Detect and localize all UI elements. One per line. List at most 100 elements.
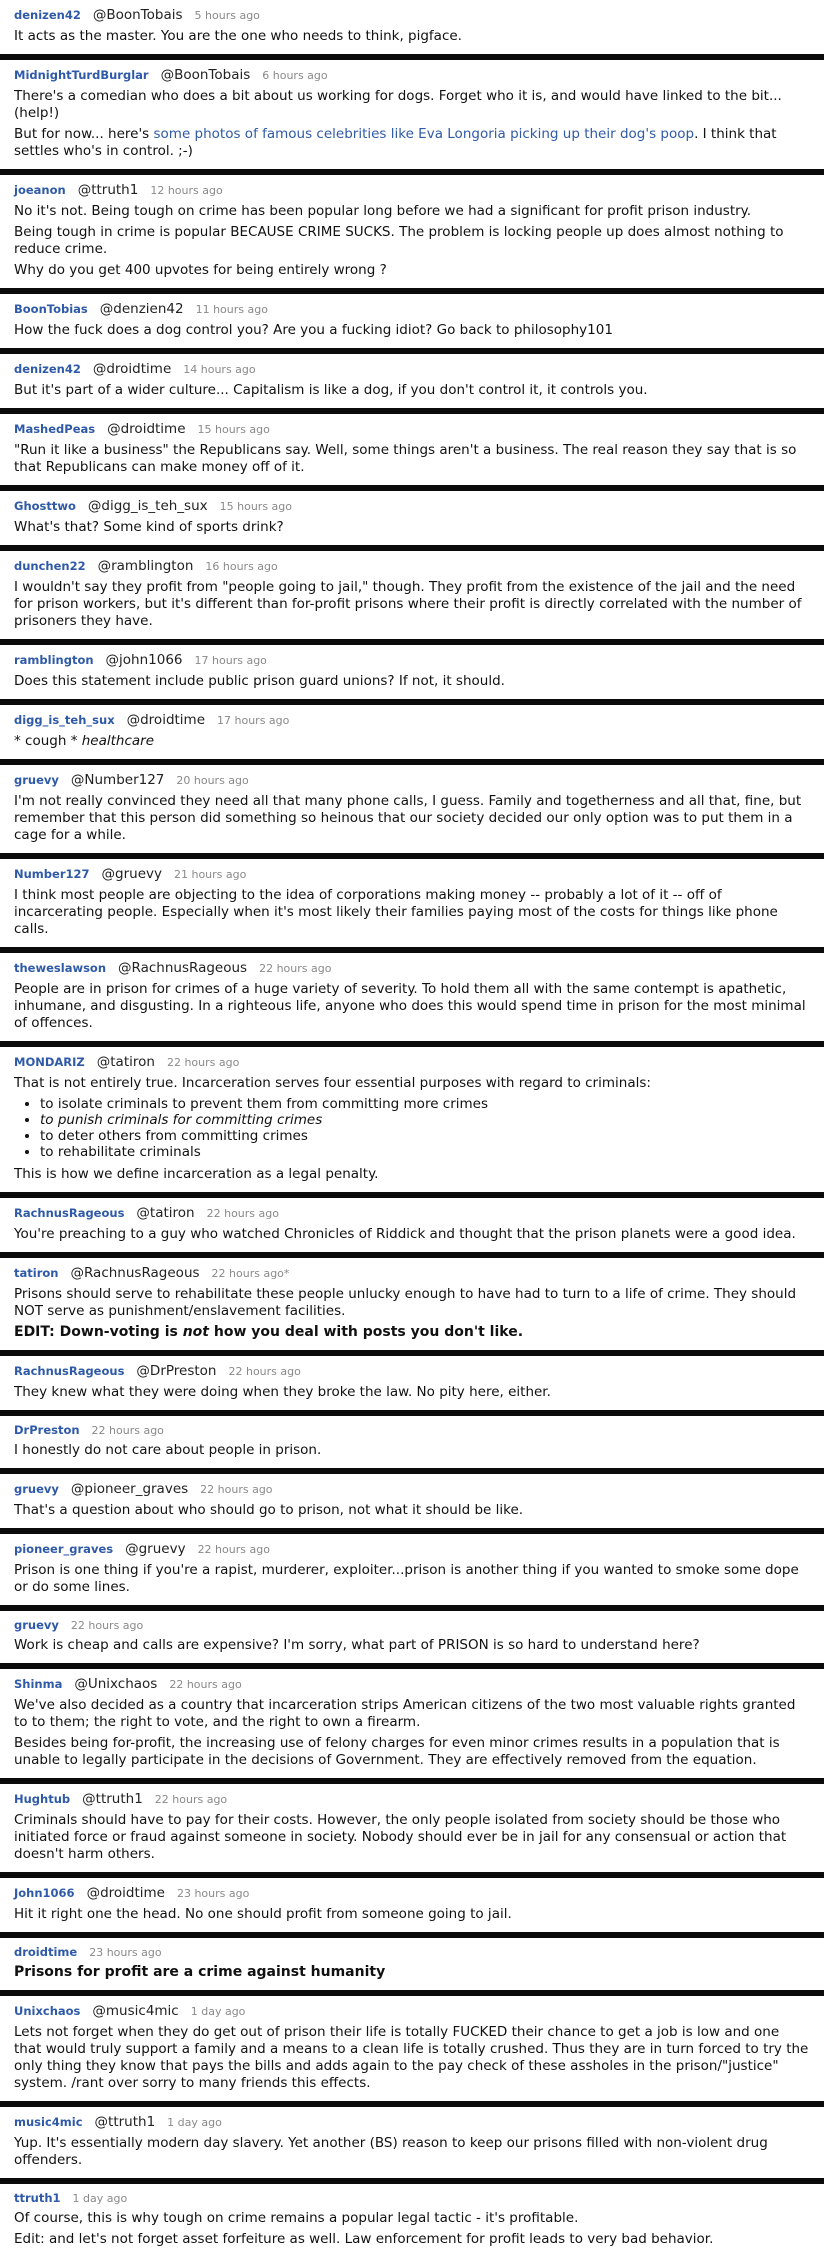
paragraph-text: EDIT: Down-voting is — [14, 1324, 183, 1340]
reply-to-mention[interactable]: @DrPreston — [136, 1363, 216, 1379]
username-link[interactable]: Shinma — [14, 1677, 62, 1691]
username-link[interactable]: pioneer_graves — [14, 1542, 113, 1556]
timestamp: 1 day ago — [167, 2116, 222, 2129]
reply-to-mention[interactable]: @Number127 — [71, 772, 165, 788]
reply-to-mention[interactable]: @ttruth1 — [78, 182, 139, 198]
username-link[interactable]: MashedPeas — [14, 422, 95, 436]
username-link[interactable]: MONDARIZ — [14, 1055, 85, 1069]
reply-to-mention[interactable]: @droidtime — [87, 1885, 165, 1901]
emphasis-text: healthcare — [81, 733, 155, 749]
timestamp: 17 hours ago — [217, 714, 290, 727]
username-link[interactable]: MidnightTurdBurglar — [14, 68, 149, 82]
username-link[interactable]: Number127 — [14, 867, 90, 881]
comment-paragraph: I honestly do not care about people in p… — [14, 1442, 322, 1458]
username-link[interactable]: RachnusRageous — [14, 1206, 124, 1220]
username-link[interactable]: gruevy — [14, 1482, 59, 1496]
username-link[interactable]: droidtime — [14, 1945, 77, 1959]
username-link[interactable]: music4mic — [14, 2115, 83, 2129]
reply-to-mention[interactable]: @BoonTobais — [93, 7, 183, 23]
emphasis-text: not — [182, 1324, 209, 1340]
timestamp: 1 day ago — [72, 2192, 128, 2205]
username-link[interactable]: gruevy — [14, 1618, 59, 1632]
username-link[interactable]: BoonTobias — [14, 302, 88, 316]
reply-to-mention[interactable]: @ramblington — [98, 558, 194, 574]
comment-paragraph: Yup. It's essentially modern day slavery… — [14, 2135, 768, 2168]
reply-to-mention[interactable]: @Unixchaos — [74, 1676, 157, 1692]
comment-body: They knew what they were doing when they… — [14, 1384, 810, 1401]
username-link[interactable]: gruevy — [14, 773, 59, 787]
comment-item: pioneer_graves @gruevy 22 hours ago Prison … — [0, 1534, 824, 1611]
reply-to-mention[interactable]: @ttruth1 — [95, 2114, 156, 2130]
comment-paragraph: You're preaching to a guy who watched Ch… — [14, 1226, 796, 1242]
comment-header: MidnightTurdBurglar @BoonTobais 6 hours ag… — [14, 67, 810, 83]
username-link[interactable]: ramblington — [14, 653, 94, 667]
reply-to-mention[interactable]: @droidtime — [107, 421, 185, 437]
username-link[interactable]: denizen42 — [14, 8, 81, 22]
username-link[interactable]: denizen42 — [14, 362, 81, 376]
reply-to-mention[interactable]: @ttruth1 — [82, 1791, 143, 1807]
bullet-item: to isolate criminals to prevent them fro… — [40, 1096, 810, 1112]
comment-paragraph: Work is cheap and calls are expensive? I… — [14, 1637, 700, 1653]
reply-to-mention[interactable]: @digg_is_teh_sux — [88, 498, 208, 514]
paragraph-text: * cough * — [14, 733, 82, 749]
comment-paragraph: Does this statement include public priso… — [14, 673, 505, 689]
timestamp: 22 hours ago — [200, 1483, 273, 1496]
comment-body: What's that? Some kind of sports drink? — [14, 519, 810, 536]
reply-to-mention[interactable]: @john1066 — [106, 652, 183, 668]
comment-body: * cough * healthcare — [14, 733, 810, 750]
comment-body: Lets not forget when they do get out of … — [14, 2024, 810, 2092]
comment-item: MashedPeas @droidtime 15 hours ago "Run it … — [0, 414, 824, 491]
comment-paragraph: Prisons for profit are a crime against h… — [14, 1964, 386, 1980]
username-link[interactable]: Hughtub — [14, 1792, 70, 1806]
username-link[interactable]: DrPreston — [14, 1423, 80, 1437]
username-link[interactable]: ttruth1 — [14, 2191, 61, 2205]
reply-to-mention[interactable]: @music4mic — [92, 2003, 178, 2019]
reply-to-mention[interactable]: @tatiron — [136, 1205, 194, 1221]
comment-item: gruevy @Number127 20 hours ago I'm not real… — [0, 765, 824, 859]
comment-body: We've also decided as a country that inc… — [14, 1697, 810, 1769]
comment-paragraph: This is how we define incarceration as a… — [14, 1166, 379, 1182]
comment-body: People are in prison for crimes of a hug… — [14, 981, 810, 1032]
comment-feed: denizen42 @BoonTobais 5 hours ago It acts a… — [0, 0, 824, 2257]
username-link[interactable]: tatiron — [14, 1266, 58, 1280]
comment-body: Criminals should have to pay for their c… — [14, 1812, 810, 1863]
reply-to-mention[interactable]: @RachnusRageous — [70, 1265, 199, 1281]
reply-to-mention[interactable]: @pioneer_graves — [71, 1481, 188, 1497]
username-link[interactable]: digg_is_teh_sux — [14, 713, 115, 727]
username-link[interactable]: joeanon — [14, 183, 66, 197]
username-link[interactable]: Ghosttwo — [14, 499, 76, 513]
timestamp: 11 hours ago — [195, 303, 268, 316]
reply-to-mention[interactable]: @gruevy — [125, 1541, 185, 1557]
comment-item: Hughtub @ttruth1 22 hours ago Criminals sho… — [0, 1784, 824, 1878]
username-link[interactable]: theweslawson — [14, 961, 106, 975]
inline-link[interactable]: some photos of famous celebrities like E… — [154, 126, 695, 142]
comment-item: DrPreston 22 hours ago I honestly do not c… — [0, 1416, 824, 1474]
comment-body: Yup. It's essentially modern day slavery… — [14, 2135, 810, 2169]
comment-paragraph: It acts as the master. You are the one w… — [14, 28, 462, 44]
reply-to-mention[interactable]: @RachnusRageous — [118, 960, 247, 976]
comment-header: DrPreston 22 hours ago — [14, 1423, 810, 1437]
comment-header: ttruth1 1 day ago — [14, 2191, 810, 2205]
timestamp: 15 hours ago — [219, 500, 293, 513]
timestamp: 22 hours ago — [197, 1543, 270, 1556]
comment-item: digg_is_teh_sux @droidtime 17 hours ago * c… — [0, 705, 824, 765]
username-link[interactable]: Unixchaos — [14, 2004, 80, 2018]
comment-paragraph: * cough * healthcare — [14, 733, 810, 750]
comment-header: MONDARIZ @tatiron 22 hours ago — [14, 1054, 810, 1070]
reply-to-mention[interactable]: @gruevy — [102, 866, 162, 882]
username-link[interactable]: dunchen22 — [14, 559, 86, 573]
reply-to-mention[interactable]: @denzien42 — [100, 301, 184, 317]
reply-to-mention[interactable]: @BoonTobais — [161, 67, 251, 83]
username-link[interactable]: John1066 — [14, 1886, 75, 1900]
timestamp: 22 hours ago* — [211, 1267, 290, 1280]
comment-item: droidtime 23 hours ago Prisons for profit … — [0, 1938, 824, 1996]
comment-item: MidnightTurdBurglar @BoonTobais 6 hours ag… — [0, 60, 824, 175]
comment-body: It acts as the master. You are the one w… — [14, 28, 810, 45]
comment-header: denizen42 @BoonTobais 5 hours ago — [14, 7, 810, 23]
comment-item: BoonTobias @denzien42 11 hours ago How the … — [0, 294, 824, 354]
username-link[interactable]: RachnusRageous — [14, 1364, 124, 1378]
reply-to-mention[interactable]: @droidtime — [93, 361, 171, 377]
reply-to-mention[interactable]: @tatiron — [97, 1054, 155, 1070]
comment-body: Prisons should serve to rehabilitate the… — [14, 1286, 810, 1341]
reply-to-mention[interactable]: @droidtime — [127, 712, 205, 728]
